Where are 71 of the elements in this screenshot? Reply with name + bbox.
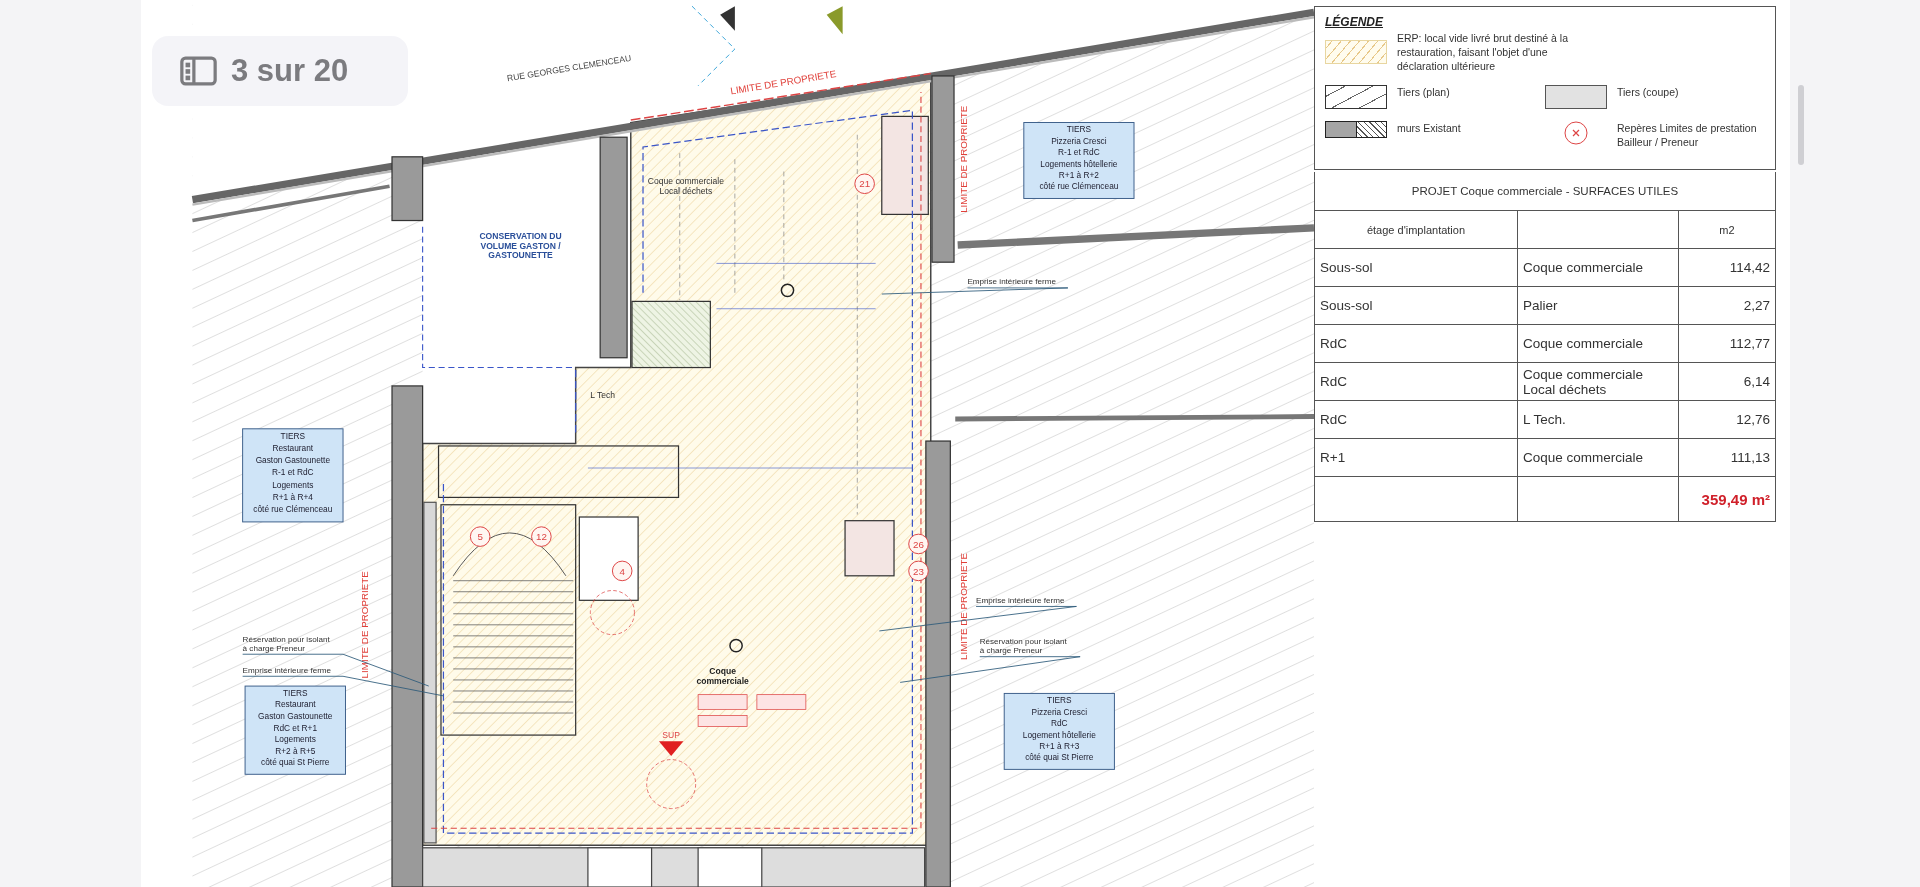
reference-marker: 21 (854, 173, 875, 195)
legend-label: Tiers (coupe) (1617, 85, 1680, 99)
wall-swatch (1325, 121, 1387, 138)
reference-marker: 4 (611, 560, 633, 582)
table-cell-text: 111,13 (1729, 449, 1771, 467)
scrollbar-thumb[interactable] (1798, 85, 1804, 165)
clearance-circle (590, 590, 635, 635)
table-cell-text: 2,27 (1742, 297, 1771, 315)
table-cell: Sous-sol (1315, 249, 1518, 286)
property-limit-label: LIMITE DE PROPRIETE (958, 105, 970, 213)
annotation-label: Réservation pour isolant à charge Preneur (242, 634, 330, 653)
tenant-note: TIERS Restaurant Gaston Gastounette R-1 et RdC Logements R+1 à R+4 côté rue Clémenceau (242, 428, 344, 523)
room-label: CONSERVATION DU VOLUME GASTON / GASTOUNETTE (479, 230, 562, 261)
legend-label: murs Existant (1397, 121, 1462, 135)
table-cell: RdC (1315, 401, 1518, 438)
table-cell: L Tech. (1518, 401, 1679, 438)
annotation-label: Emprise intérieure ferme (967, 277, 1056, 287)
tenant-note: TIERS Restaurant Gaston Gastounette RdC et R+1 Logements R+2 à R+5 côté quai St Pierre (244, 685, 346, 775)
column-header: m2 (1718, 222, 1736, 238)
annotation-label: Emprise intérieure ferme (976, 595, 1065, 605)
legend-swatch (1325, 40, 1387, 64)
note-box (697, 715, 748, 727)
table-cell-text: 6,14 (1742, 373, 1771, 391)
annotation-label: Réservation pour isolant à charge Preneur (979, 637, 1067, 655)
legend-swatch (1545, 85, 1607, 109)
table-cell: RdC (1315, 363, 1518, 400)
counter-text: 3 sur 20 (231, 53, 349, 89)
room-label: Coque commerciale (696, 665, 749, 686)
entrance-triangle-icon (658, 741, 684, 756)
legend-swatch (1325, 85, 1387, 109)
table-cell: Coque commerciale (1518, 249, 1679, 286)
legend-label: Tiers (plan) (1397, 85, 1451, 99)
legend-label: Repères Limites de prestation Bailleur / Preneur (1617, 121, 1758, 149)
table-cell: R+1 (1315, 439, 1518, 476)
flag-icon (720, 6, 735, 31)
reference-marker: 12 (531, 526, 552, 547)
entrance-label: SUP (662, 729, 680, 740)
table-cell-text: 12,76 (1735, 411, 1771, 429)
property-limit-label: LIMITE DE PROPRIETE (729, 68, 837, 97)
clearance-circle (646, 759, 697, 809)
annotation-label: Emprise intérieure ferme (242, 665, 332, 675)
property-limit-label: LIMITE DE PROPRIETE (358, 571, 370, 679)
table-cell: Coque commerciale (1518, 325, 1679, 362)
table-cell: Palier (1518, 287, 1679, 324)
gallery-icon (180, 56, 217, 86)
note-box (756, 694, 807, 710)
note-box (697, 694, 748, 710)
total-area: 359,49 m² (1679, 477, 1775, 521)
duct-shaft (844, 520, 895, 577)
tenant-note: TIERS Pizzeria Cresci RdC Logement hôtellerie R+1 à R+3 côté quai St Pierre (1003, 692, 1115, 770)
reference-marker: 5 (469, 526, 491, 547)
tenant-note: TIERS Pizzeria Cresci R-1 et RdC Logements hôtellerie R+1 à R+2 côté rue Clémenceau (1023, 122, 1135, 199)
post-circle (780, 283, 795, 298)
table-cell: Sous-sol (1315, 287, 1518, 324)
post-circle (729, 638, 743, 653)
table-cell: RdC (1315, 325, 1518, 362)
reference-marker: 26 (908, 533, 929, 555)
flag-icon (826, 6, 843, 35)
room-label: L Tech (590, 390, 615, 401)
table-title: PROJET Coque commerciale - SURFACES UTILES (1410, 184, 1680, 199)
table-cell-text: 114,42 (1728, 259, 1771, 277)
column-header: étage d'implantation (1315, 211, 1518, 248)
legend-label: ERP: local vide livré brut destiné à la restauration, faisant l'objet d'une déclaration ultérieure (1397, 31, 1569, 73)
property-limit-label: LIMITE DE PROPRIETE (958, 552, 970, 660)
cross-circle-icon (1564, 121, 1588, 145)
table-cell: Coque commerciale Local déchets (1518, 363, 1679, 400)
table-cell-text: 112,77 (1728, 335, 1771, 353)
table-cell: Coque commerciale (1518, 439, 1679, 476)
legend-title: LÉGENDE (1325, 15, 1385, 29)
room-label: Coque commerciale Local déchets (647, 175, 724, 196)
reference-marker: 23 (908, 560, 929, 582)
